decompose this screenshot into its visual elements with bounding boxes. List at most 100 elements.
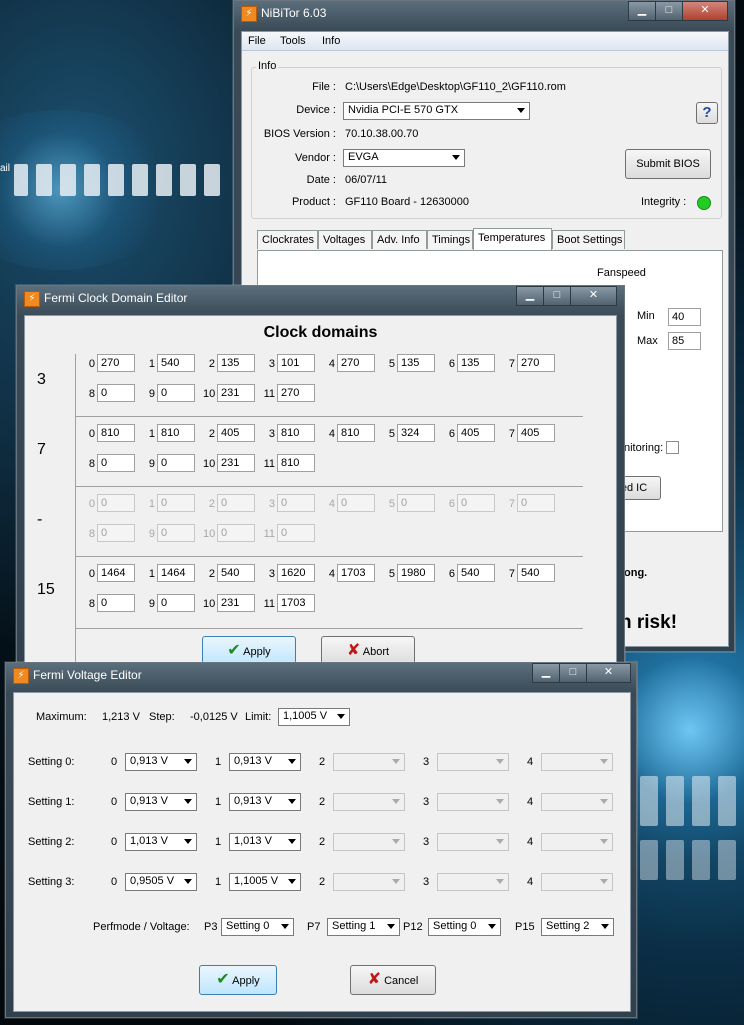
- voltage-select[interactable]: 0,913 V: [229, 793, 301, 811]
- clock-field-index: 8: [88, 528, 95, 540]
- clock-field-input[interactable]: 0: [157, 594, 195, 612]
- voltage-select[interactable]: 1,013 V: [125, 833, 197, 851]
- background-stripe: [14, 164, 28, 196]
- clock-field-input[interactable]: 1703: [277, 594, 315, 612]
- clock-field-input[interactable]: 405: [457, 424, 495, 442]
- voltage-column-label: 4: [527, 756, 534, 768]
- app-icon: ⚡: [24, 291, 40, 307]
- clock-field-input[interactable]: 270: [97, 354, 135, 372]
- menu-tools[interactable]: Tools: [280, 35, 306, 47]
- clock-field-input[interactable]: 135: [397, 354, 435, 372]
- fan-max-input[interactable]: 85: [668, 332, 701, 350]
- tab-timings[interactable]: Timings: [427, 230, 473, 249]
- clock-field-input[interactable]: 0: [97, 454, 135, 472]
- perfmode-select[interactable]: Setting 2: [541, 918, 614, 936]
- domain-label: -: [37, 511, 43, 528]
- voltage-select-disabled: [333, 873, 405, 891]
- voltage-select[interactable]: 0,9505 V: [125, 873, 197, 891]
- limit-select[interactable]: 1,1005 V: [278, 708, 350, 726]
- clock-field-input[interactable]: 231: [217, 384, 255, 402]
- close-button[interactable]: ✕: [586, 663, 631, 683]
- perfmode-select[interactable]: Setting 1: [327, 918, 400, 936]
- voltage-select[interactable]: 1,013 V: [229, 833, 301, 851]
- checkmark-icon: ✔: [216, 971, 230, 988]
- row-separator: [75, 556, 583, 557]
- clock-field-input[interactable]: 231: [217, 454, 255, 472]
- date-label: Date :: [306, 174, 336, 186]
- fan-min-input[interactable]: 40: [668, 308, 701, 326]
- clock-field-input[interactable]: 810: [277, 424, 315, 442]
- clock-field-input[interactable]: 270: [337, 354, 375, 372]
- maximize-button[interactable]: □: [655, 1, 683, 21]
- clock-field-input[interactable]: 324: [397, 424, 435, 442]
- voltage-apply-button[interactable]: ✔ Apply: [199, 965, 277, 995]
- voltage-select[interactable]: 1,1005 V: [229, 873, 301, 891]
- minimize-button[interactable]: ▁: [628, 1, 656, 21]
- voltage-select[interactable]: 0,913 V: [125, 793, 197, 811]
- clock-field-input: 0: [517, 494, 555, 512]
- clock-field-input[interactable]: 231: [217, 594, 255, 612]
- clock-field-input[interactable]: 810: [337, 424, 375, 442]
- clock-field-input[interactable]: 270: [277, 384, 315, 402]
- clock-field-input[interactable]: 0: [157, 384, 195, 402]
- submit-bios-button[interactable]: Submit BIOS: [625, 149, 711, 179]
- clock-field-input[interactable]: 540: [517, 564, 555, 582]
- clock-field-input[interactable]: 270: [517, 354, 555, 372]
- clock-titlebar[interactable]: ⚡ Fermi Clock Domain Editor ▁ □ ✕: [17, 286, 624, 310]
- clock-field-input[interactable]: 1980: [397, 564, 435, 582]
- clock-field-input[interactable]: 1703: [337, 564, 375, 582]
- clock-field-input[interactable]: 0: [157, 454, 195, 472]
- tab-clockrates[interactable]: Clockrates: [257, 230, 318, 249]
- voltage-titlebar[interactable]: ⚡ Fermi Voltage Editor ▁ □ ✕: [6, 663, 636, 687]
- clock-field-input[interactable]: 405: [217, 424, 255, 442]
- clock-field-input[interactable]: 1464: [97, 564, 135, 582]
- minimize-button[interactable]: ▁: [532, 663, 560, 683]
- maximize-button[interactable]: □: [559, 663, 587, 683]
- fan-min-label: Min: [637, 310, 655, 322]
- clock-field-input[interactable]: 810: [157, 424, 195, 442]
- voltage-select[interactable]: 0,913 V: [229, 753, 301, 771]
- clock-field-input: 0: [397, 494, 435, 512]
- voltage-select-disabled: [541, 873, 613, 891]
- clock-field-input[interactable]: 540: [217, 564, 255, 582]
- clock-field-input[interactable]: 540: [457, 564, 495, 582]
- close-button[interactable]: ✕: [682, 1, 728, 21]
- clock-field-input[interactable]: 540: [157, 354, 195, 372]
- monitoring-checkbox[interactable]: [666, 441, 679, 454]
- clock-field-input[interactable]: 1464: [157, 564, 195, 582]
- vendor-select[interactable]: EVGA: [343, 149, 465, 167]
- clock-field-input[interactable]: 405: [517, 424, 555, 442]
- voltage-cancel-button[interactable]: ✘ Cancel: [350, 965, 436, 995]
- voltage-select[interactable]: 0,913 V: [125, 753, 197, 771]
- clock-field-input[interactable]: 0: [97, 384, 135, 402]
- menu-file[interactable]: File: [248, 35, 266, 47]
- minimize-button[interactable]: ▁: [516, 286, 544, 306]
- domain-label: 15: [37, 581, 55, 598]
- clock-field-input[interactable]: 810: [277, 454, 315, 472]
- domain-label: 7: [37, 441, 46, 458]
- clock-field-input[interactable]: 135: [457, 354, 495, 372]
- tab-boot-settings[interactable]: Boot Settings: [552, 230, 625, 249]
- tab-temperatures[interactable]: Temperatures: [473, 228, 552, 250]
- perfmode-state-label: P7: [307, 921, 321, 933]
- background-stripe: [108, 164, 124, 196]
- maximize-button[interactable]: □: [543, 286, 571, 306]
- clock-field-index: 3: [268, 568, 275, 580]
- perfmode-state-label: P3: [204, 921, 218, 933]
- clock-field-input[interactable]: 1620: [277, 564, 315, 582]
- tab-adv-info[interactable]: Adv. Info: [372, 230, 427, 249]
- perfmode-select[interactable]: Setting 0: [428, 918, 501, 936]
- clock-field-input[interactable]: 810: [97, 424, 135, 442]
- clock-field-input[interactable]: 0: [97, 594, 135, 612]
- background-stripe: [718, 776, 736, 826]
- tab-voltages[interactable]: Voltages: [318, 230, 372, 249]
- nibitor-titlebar[interactable]: ⚡ NiBiTor 6.03 ▁ □ ✕: [234, 1, 734, 25]
- maximum-value: 1,213 V: [102, 711, 140, 723]
- help-icon[interactable]: ?: [696, 102, 718, 124]
- device-select[interactable]: Nvidia PCI-E 570 GTX: [343, 102, 530, 120]
- perfmode-select[interactable]: Setting 0: [221, 918, 294, 936]
- menu-info[interactable]: Info: [322, 35, 340, 47]
- clock-field-input[interactable]: 101: [277, 354, 315, 372]
- close-button[interactable]: ✕: [570, 286, 617, 306]
- clock-field-input[interactable]: 135: [217, 354, 255, 372]
